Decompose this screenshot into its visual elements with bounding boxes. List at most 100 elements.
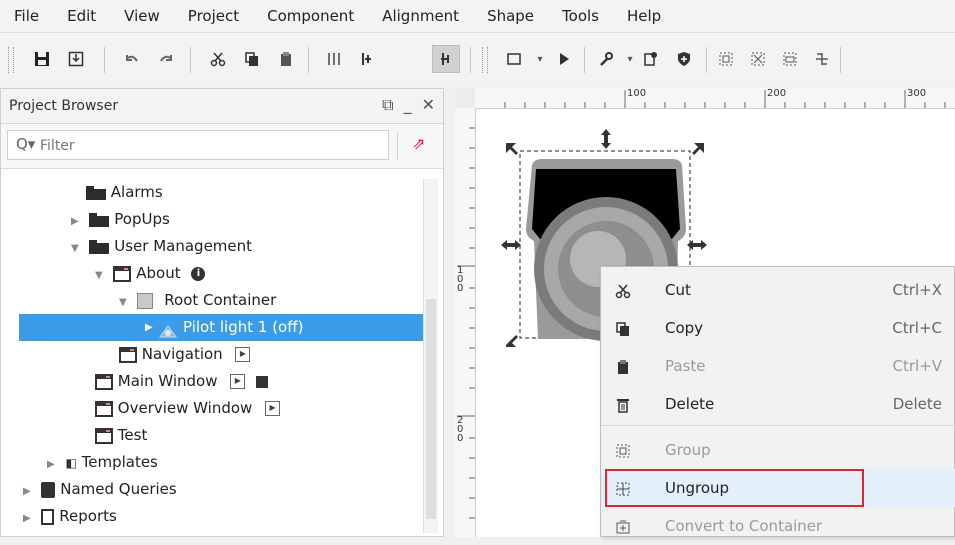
menu-project[interactable]: Project	[174, 0, 253, 32]
redo-icon[interactable]	[152, 45, 180, 73]
group-icon[interactable]	[712, 45, 740, 73]
context-menu-item-group[interactable]: Group	[601, 431, 955, 469]
play-box-icon: ▶	[265, 401, 281, 416]
context-menu-item-delete[interactable]: Delete Delete	[601, 385, 955, 423]
vertical-ruler: 100 200	[455, 108, 476, 537]
tree-item-overview-window[interactable]: Overview Window ▶	[95, 395, 281, 422]
tree-item-about[interactable]: ▼ About i	[95, 260, 206, 287]
ruler-label: 100	[627, 88, 647, 99]
tree-item-label: Test	[117, 426, 148, 444]
expand-arrow-icon[interactable]: ▶	[23, 486, 31, 497]
tree-item-pilot-light[interactable]: ▶ Pilot light 1 (off)	[19, 314, 423, 341]
filter-bar: Q▾ ⇗	[1, 124, 443, 169]
shortcut-label: Delete	[892, 395, 942, 413]
search-icon[interactable]: Q▾	[16, 135, 35, 153]
expand-arrow-icon[interactable]: ▶	[23, 513, 31, 524]
tree-item-label: Overview Window	[117, 399, 253, 417]
tree-item-label: About	[136, 264, 181, 282]
tree-item-label: Templates	[81, 453, 158, 471]
ruler-label: 100	[457, 265, 464, 294]
menu-alignment[interactable]: Alignment	[368, 0, 473, 32]
tree-item-root-container[interactable]: ▼ Root Container	[119, 287, 276, 314]
toolbar-separator	[104, 47, 105, 73]
shield-icon[interactable]	[670, 45, 698, 73]
ruler-label: 200	[767, 88, 787, 99]
collapse-arrow-icon[interactable]: ▼	[119, 297, 127, 308]
toolbar-grip[interactable]	[8, 47, 14, 73]
project-browser-panel: Project Browser ⧉ _ ✕ Q▾ ⇗ Alarms ▶ PopU…	[0, 88, 444, 537]
align-icon[interactable]	[320, 45, 348, 73]
toolbar-grip[interactable]	[482, 47, 488, 73]
layout-icon[interactable]	[808, 45, 836, 73]
toolbar-separator	[840, 47, 841, 73]
expand-arrow-icon[interactable]: ▶	[47, 459, 55, 470]
paste-icon[interactable]	[272, 45, 300, 73]
convert-container-icon[interactable]	[776, 45, 804, 73]
context-menu-label: Delete	[665, 395, 715, 413]
filter-box: Q▾	[7, 130, 389, 160]
filter-input[interactable]	[38, 134, 382, 158]
close-icon[interactable]: ✕	[422, 95, 435, 115]
tree-item-alarms[interactable]: Alarms	[86, 179, 163, 206]
save-icon[interactable]	[28, 45, 56, 73]
tree-item-label: Navigation	[141, 345, 223, 363]
collapse-arrow-icon[interactable]: ▼	[95, 270, 103, 281]
tree-item-popups[interactable]: ▶ PopUps	[71, 206, 170, 233]
tree-item-test[interactable]: Test	[95, 422, 147, 449]
filter-separator	[397, 133, 398, 159]
context-menu-item-paste[interactable]: Paste Ctrl+V	[601, 347, 955, 385]
tree-item-label: Alarms	[110, 183, 163, 201]
tree-item-navigation[interactable]: Navigation ▶	[119, 341, 251, 368]
collapse-arrow-icon[interactable]: ▼	[71, 243, 79, 254]
context-menu: Cut Ctrl+X Copy Ctrl+C Paste Ctrl+V Dele…	[600, 266, 955, 537]
context-menu-item-cut[interactable]: Cut Ctrl+X	[601, 271, 955, 309]
undo-icon[interactable]	[118, 45, 146, 73]
menu-shape[interactable]: Shape	[473, 0, 548, 32]
database-icon	[41, 481, 56, 498]
toolbar-separator	[470, 47, 471, 73]
horizontal-ruler: 100 200 300	[475, 88, 955, 109]
move-backward-icon[interactable]	[352, 45, 380, 73]
scrollbar-thumb[interactable]	[426, 299, 436, 519]
menu-edit[interactable]: Edit	[53, 0, 110, 32]
root-container-icon	[137, 292, 154, 309]
float-panel-icon[interactable]: ⧉	[382, 95, 393, 115]
context-menu-label: Paste	[665, 357, 706, 375]
folder-icon	[89, 212, 110, 227]
play-icon[interactable]	[550, 45, 578, 73]
window-icon	[95, 427, 113, 444]
window-icon	[95, 400, 113, 417]
script-icon[interactable]	[636, 45, 664, 73]
save-all-icon[interactable]	[62, 45, 90, 73]
cut-icon[interactable]	[204, 45, 232, 73]
rectangle-icon[interactable]	[500, 45, 528, 73]
shortcut-label: Ctrl+X	[892, 281, 942, 299]
copy-icon[interactable]	[238, 45, 266, 73]
menu-component[interactable]: Component	[253, 0, 368, 32]
link-with-editor-icon[interactable]: ⇗	[412, 134, 425, 153]
report-icon	[41, 508, 55, 525]
tree-item-named-queries[interactable]: ▶ Named Queries	[23, 476, 177, 503]
menu-view[interactable]: View	[110, 0, 174, 32]
context-menu-item-copy[interactable]: Copy Ctrl+C	[601, 309, 955, 347]
menu-help[interactable]: Help	[613, 0, 675, 32]
ungroup-icon[interactable]	[744, 45, 772, 73]
pilot-light-icon	[159, 320, 177, 338]
menu-file[interactable]: File	[0, 0, 53, 32]
minimize-icon[interactable]: _	[404, 95, 412, 115]
convert-icon	[613, 507, 633, 545]
tree-item-user-management[interactable]: ▼ User Management	[71, 233, 252, 260]
expand-arrow-icon[interactable]: ▶	[145, 314, 153, 341]
expand-arrow-icon[interactable]: ▶	[71, 216, 79, 227]
tree-item-reports[interactable]: ▶ Reports	[23, 503, 117, 530]
tree-scrollbar[interactable]	[423, 179, 438, 533]
note-icon	[256, 375, 269, 388]
context-menu-item-convert-to-container[interactable]: Convert to Container	[601, 507, 955, 545]
window-icon	[95, 373, 113, 390]
tree-item-main-window[interactable]: Main Window ▶	[95, 368, 269, 395]
context-menu-label: Group	[665, 441, 711, 459]
tree-item-templates[interactable]: ▶ ◧ Templates	[47, 449, 158, 476]
move-forward-icon[interactable]	[432, 45, 460, 73]
trash-icon	[613, 385, 633, 423]
menu-tools[interactable]: Tools	[548, 0, 613, 32]
